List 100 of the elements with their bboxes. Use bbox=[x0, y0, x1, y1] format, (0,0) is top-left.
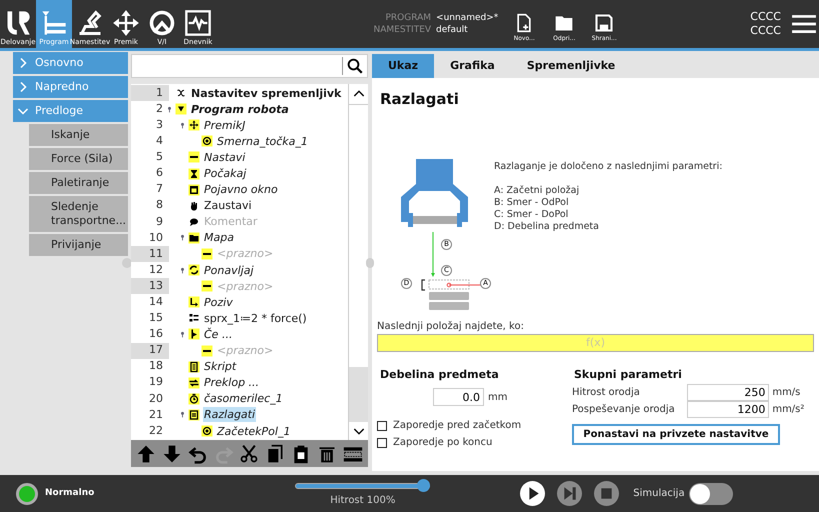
stop-button[interactable] bbox=[594, 481, 620, 506]
parameter-field[interactable]: 1200 bbox=[687, 401, 770, 418]
slider-thumb[interactable] bbox=[417, 479, 430, 492]
target-circle-icon bbox=[201, 425, 213, 438]
triangle-down-icon bbox=[175, 103, 187, 116]
line-number: 17 bbox=[131, 342, 169, 359]
tree-node[interactable]: Nastavitev spremenljivk bbox=[190, 86, 342, 101]
line-number: 8 bbox=[155, 198, 164, 214]
tree-node[interactable]: Če ... bbox=[203, 326, 234, 342]
expand-pin-icon[interactable] bbox=[179, 410, 186, 420]
template-item[interactable]: Sledenje transportne... bbox=[29, 196, 128, 232]
template-item[interactable]: Privijanje bbox=[29, 234, 128, 256]
template-item[interactable]: Paletiranje bbox=[29, 172, 128, 194]
toolbar-button[interactable] bbox=[239, 444, 260, 464]
scrollbar[interactable] bbox=[348, 84, 368, 440]
script-page-icon bbox=[188, 360, 200, 373]
expand-pin-icon[interactable] bbox=[179, 266, 186, 275]
dash-icon bbox=[188, 151, 200, 164]
tree-node[interactable]: sprx_1≔2 * force() bbox=[203, 310, 308, 326]
speed-slider[interactable] bbox=[295, 479, 430, 492]
folder-icon bbox=[188, 232, 200, 244]
line-number: 21 bbox=[148, 406, 164, 423]
command-title: Razlagati bbox=[380, 89, 460, 110]
description-text: Razlaganje je določeno z naslednjimi parametri: bbox=[494, 160, 722, 172]
line-number: 20 bbox=[148, 390, 164, 407]
simulation-label: Simulacija bbox=[633, 487, 685, 501]
line-number: 19 bbox=[148, 374, 164, 390]
tree-node[interactable]: Ponavljaj bbox=[203, 262, 254, 278]
scrollbar-thumb[interactable] bbox=[349, 367, 368, 422]
toolbar-button[interactable] bbox=[136, 444, 156, 464]
tree-node[interactable]: Zaustavi bbox=[203, 198, 253, 214]
tree-node[interactable]: Preklop ... bbox=[203, 375, 260, 390]
speech-bubble-icon bbox=[188, 216, 200, 228]
switch-arrows-icon bbox=[188, 376, 200, 389]
play-button[interactable] bbox=[520, 481, 546, 506]
parameter-field[interactable]: 250 bbox=[687, 384, 770, 401]
tree-node[interactable]: Razlagati bbox=[203, 407, 256, 422]
collapse-handle-icon[interactable] bbox=[122, 258, 132, 268]
speed-reading: Hitrost 100% bbox=[330, 494, 396, 508]
collapse-handle-icon[interactable] bbox=[366, 258, 374, 268]
expand-pin-icon[interactable] bbox=[179, 330, 186, 339]
template-item[interactable]: Force (Sila) bbox=[29, 148, 128, 170]
expand-pin-icon[interactable] bbox=[179, 120, 186, 130]
thickness-field[interactable]: 0.0 bbox=[433, 388, 484, 406]
toolbar-button[interactable] bbox=[162, 444, 182, 464]
tree-node[interactable]: Nastavi bbox=[203, 150, 246, 165]
tree-node[interactable]: Program robota bbox=[190, 102, 290, 117]
parameter-text: A: Začetni položaj bbox=[494, 184, 580, 196]
robot-status: Normalno bbox=[45, 486, 94, 500]
tree-node[interactable]: ZačetekPol_1 bbox=[216, 424, 292, 439]
template-item[interactable]: Iskanje bbox=[29, 124, 128, 146]
parameter-text: D: Debelina predmeta bbox=[494, 220, 600, 232]
section-title: Debelina predmeta bbox=[380, 366, 500, 382]
bracket-icon bbox=[421, 278, 425, 290]
header-text: CCCC bbox=[750, 24, 781, 38]
tree-node[interactable]: Pojavno okno bbox=[203, 182, 279, 198]
panel-tab[interactable]: Grafika bbox=[434, 54, 511, 78]
stacked-item bbox=[429, 292, 469, 300]
program-info-value: default bbox=[436, 24, 469, 36]
tree-node[interactable]: PremikJ bbox=[203, 118, 246, 133]
search-icon[interactable] bbox=[346, 57, 364, 75]
tree-node[interactable]: Smerna_točka_1 bbox=[216, 134, 309, 149]
graph-window-icon bbox=[184, 9, 212, 37]
line-number: 2 bbox=[155, 101, 164, 117]
panel-tab[interactable]: Ukaz bbox=[372, 54, 434, 78]
tree-node[interactable]: časomerilec_1 bbox=[203, 391, 284, 406]
hand-icon bbox=[188, 200, 200, 212]
unit-label: mm/s bbox=[771, 386, 802, 400]
tree-node[interactable]: Skript bbox=[203, 359, 238, 374]
gripper-drawing bbox=[401, 158, 468, 226]
checkbox[interactable] bbox=[377, 438, 387, 448]
tree-node[interactable]: Poziv bbox=[203, 294, 234, 310]
search-field[interactable] bbox=[131, 54, 368, 78]
panel-tab[interactable]: Spremenljivke bbox=[510, 54, 632, 78]
reset-button[interactable]: Ponastavi na privzete nastavitve bbox=[572, 424, 780, 445]
line-number: 11 bbox=[131, 246, 169, 262]
program-info-label: NAMESTITEV bbox=[373, 24, 432, 36]
expand-pin-icon[interactable] bbox=[166, 104, 173, 114]
line-number: 10 bbox=[148, 230, 164, 246]
parameter-label: Pospeševanje orodja bbox=[572, 403, 676, 417]
stacked-item bbox=[429, 302, 469, 310]
step-button[interactable] bbox=[557, 481, 582, 506]
line-number: 15 bbox=[148, 310, 164, 326]
simulation-toggle[interactable] bbox=[688, 482, 733, 504]
line-number: 3 bbox=[155, 117, 164, 133]
program-info-value: <unnamed>* bbox=[436, 12, 498, 24]
expand-pin-icon[interactable] bbox=[179, 233, 186, 242]
expression-field[interactable]: f(x) bbox=[377, 334, 814, 352]
call-arrow-icon bbox=[188, 296, 200, 308]
target-circle-icon bbox=[201, 135, 213, 148]
item-outline bbox=[428, 279, 470, 289]
tree-node[interactable]: Počakaj bbox=[203, 166, 248, 182]
parameter-label: Hitrost orodja bbox=[572, 386, 641, 400]
line-number: 16 bbox=[148, 326, 164, 342]
checkbox[interactable] bbox=[377, 420, 387, 430]
section-title: Skupni parametri bbox=[574, 366, 683, 382]
parameter-text: B: Smer - OdPol bbox=[494, 196, 570, 208]
line-number: 4 bbox=[155, 133, 164, 150]
tree-node[interactable]: Mapa bbox=[203, 230, 235, 246]
variable-x-icon bbox=[175, 87, 187, 100]
